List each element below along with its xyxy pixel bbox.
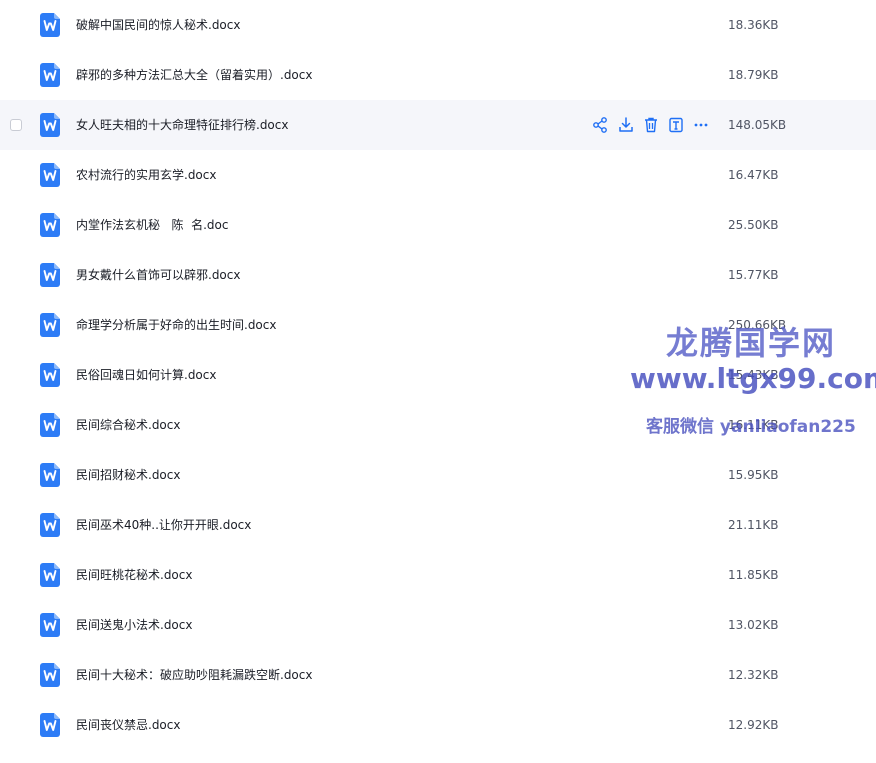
file-size: 15.95KB xyxy=(728,468,779,482)
file-row[interactable]: 破解中国民间的惊人秘术.docx 18.36KB xyxy=(0,0,876,50)
file-row[interactable]: 农村流行的实用玄学.docx 16.47KB xyxy=(0,150,876,200)
file-name[interactable]: 民俗回魂日如何计算.docx xyxy=(76,350,216,400)
word-doc-icon xyxy=(40,663,60,687)
file-name[interactable]: 民间送鬼小法术.docx xyxy=(76,600,192,650)
file-name[interactable]: 民间旺桃花秘术.docx xyxy=(76,550,192,600)
word-doc-icon xyxy=(40,313,60,337)
file-row[interactable]: 民间招财秘术.docx 15.95KB xyxy=(0,450,876,500)
file-size: 21.11KB xyxy=(728,518,779,532)
file-size: 15.77KB xyxy=(728,268,779,282)
file-size: 12.32KB xyxy=(728,668,779,682)
file-size: 250.66KB xyxy=(728,318,787,332)
file-name[interactable]: 破解中国民间的惊人秘术.docx xyxy=(76,0,240,50)
file-name[interactable]: 辟邪的多种方法汇总大全（留着实用）.docx xyxy=(76,50,312,100)
download-icon[interactable] xyxy=(618,116,634,134)
file-size: 148.05KB xyxy=(728,118,787,132)
word-doc-icon xyxy=(40,213,60,237)
word-doc-icon xyxy=(40,363,60,387)
file-row[interactable]: 民俗回魂日如何计算.docx 15.43KB xyxy=(0,350,876,400)
word-doc-icon xyxy=(40,163,60,187)
file-size: 18.36KB xyxy=(728,18,779,32)
file-size: 13.02KB xyxy=(728,618,779,632)
more-icon[interactable] xyxy=(693,116,709,134)
word-doc-icon xyxy=(40,413,60,437)
file-size: 16.47KB xyxy=(728,168,779,182)
file-name[interactable]: 男女戴什么首饰可以辟邪.docx xyxy=(76,250,240,300)
file-size: 25.50KB xyxy=(728,218,779,232)
file-size: 16.11KB xyxy=(728,418,779,432)
row-checkbox[interactable] xyxy=(10,119,22,131)
word-doc-icon xyxy=(40,13,60,37)
file-name[interactable]: 农村流行的实用玄学.docx xyxy=(76,150,216,200)
word-doc-icon xyxy=(40,263,60,287)
word-doc-icon xyxy=(40,63,60,87)
word-doc-icon xyxy=(40,713,60,737)
word-doc-icon xyxy=(40,463,60,487)
file-size: 11.85KB xyxy=(728,568,779,582)
word-doc-icon xyxy=(40,563,60,587)
file-size: 12.92KB xyxy=(728,718,779,732)
file-row[interactable]: 民间送鬼小法术.docx 13.02KB xyxy=(0,600,876,650)
file-name[interactable]: 民间综合秘术.docx xyxy=(76,400,180,450)
file-name[interactable]: 内堂作法玄机秘 陈 名.doc xyxy=(76,200,228,250)
file-name[interactable]: 女人旺夫相的十大命理特征排行榜.docx xyxy=(76,100,288,150)
file-row[interactable]: 民间十大秘术：破应助吵阻耗漏跌空断.docx 12.32KB xyxy=(0,650,876,700)
file-row[interactable]: 民间巫术40种..让你开开眼.docx 21.11KB xyxy=(0,500,876,550)
file-name[interactable]: 命理学分析属于好命的出生时间.docx xyxy=(76,300,276,350)
share-icon[interactable] xyxy=(592,116,608,134)
file-row[interactable]: 辟邪的多种方法汇总大全（留着实用）.docx 18.79KB xyxy=(0,50,876,100)
file-name[interactable]: 民间招财秘术.docx xyxy=(76,450,180,500)
file-size: 18.79KB xyxy=(728,68,779,82)
file-row[interactable]: 男女戴什么首饰可以辟邪.docx 15.77KB xyxy=(0,250,876,300)
file-row[interactable]: 民间丧仪禁忌.docx 12.92KB xyxy=(0,700,876,750)
text-icon[interactable] xyxy=(668,116,684,134)
file-row[interactable]: 民间旺桃花秘术.docx 11.85KB xyxy=(0,550,876,600)
word-doc-icon xyxy=(40,113,60,137)
file-name[interactable]: 民间十大秘术：破应助吵阻耗漏跌空断.docx xyxy=(76,650,312,700)
delete-icon[interactable] xyxy=(643,116,659,134)
word-doc-icon xyxy=(40,513,60,537)
word-doc-icon xyxy=(40,613,60,637)
file-name[interactable]: 民间巫术40种..让你开开眼.docx xyxy=(76,500,251,550)
file-row[interactable]: 女人旺夫相的十大命理特征排行榜.docx 148.05KB xyxy=(0,100,876,150)
file-row[interactable]: 命理学分析属于好命的出生时间.docx 250.66KB xyxy=(0,300,876,350)
file-size: 15.43KB xyxy=(728,368,779,382)
file-row[interactable]: 内堂作法玄机秘 陈 名.doc 25.50KB xyxy=(0,200,876,250)
file-list: 破解中国民间的惊人秘术.docx 18.36KB 辟邪的多种方法汇总大全（留着实用）… xyxy=(0,0,876,750)
file-row[interactable]: 民间综合秘术.docx 16.11KB xyxy=(0,400,876,450)
file-name[interactable]: 民间丧仪禁忌.docx xyxy=(76,700,180,750)
